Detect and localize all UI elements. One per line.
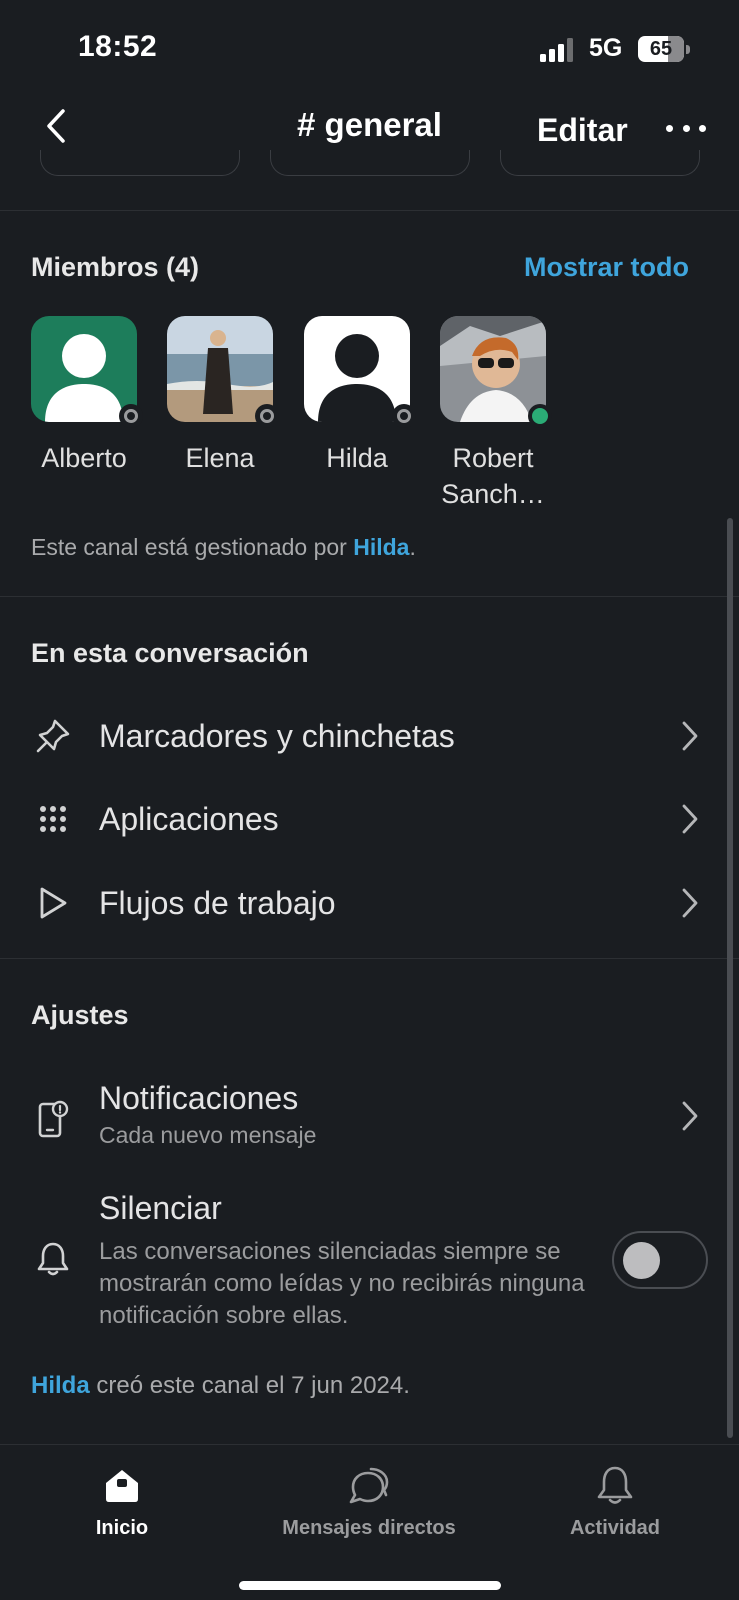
scrolled-action-buttons [0,150,739,178]
tab-activity-label: Actividad [569,1517,661,1539]
selfie-photo-avatar [440,316,546,422]
manager-note-prefix: Este canal está gestionado por [31,534,347,560]
edit-button[interactable]: Editar [537,112,628,149]
scrollbar[interactable] [727,518,733,1438]
notifications-value: Cada nuevo mensaje [99,1122,317,1148]
chevron-right-icon [682,888,698,918]
conversation-section-title: En esta conversación [31,638,309,668]
chevron-right-icon [682,1101,698,1131]
divider [0,210,739,211]
member-robert[interactable]: Robert Sanch… [440,316,552,509]
presence-away-indicator [397,409,411,423]
bottom-tab-bar: Inicio Mensajes directos Actividad [0,1444,739,1600]
workflows-row[interactable]: Flujos de trabajo [0,863,739,943]
apps-row[interactable]: Aplicaciones [0,779,739,859]
default-user-icon [31,316,137,422]
bookmarks-row[interactable]: Marcadores y chinchetas [0,696,739,776]
divider [0,596,739,597]
member-name: Robert Sanch… [441,443,545,509]
avatar [440,316,552,428]
creator-link[interactable]: Hilda [31,1372,90,1399]
members-title: Miembros (4) [31,252,200,282]
member-name: Hilda [326,443,388,473]
home-icon [100,1463,144,1507]
presence-away-indicator [260,409,274,423]
cellular-signal-icon [540,38,573,62]
presence-active-indicator [532,408,548,424]
action-pill[interactable] [270,150,470,176]
more-dot-icon [682,124,690,132]
notifications-row[interactable]: Notificaciones Cada nuevo mensaje [0,1070,739,1170]
bell-icon [34,1240,72,1278]
tab-direct-messages-label: Mensajes directos [282,1517,456,1539]
avatar [167,316,279,428]
home-indicator[interactable] [239,1581,501,1590]
action-pill[interactable] [40,150,240,176]
created-text: creó este canal el 7 jun 2024. [96,1372,410,1399]
more-dot-icon [699,124,706,132]
beach-photo-avatar [167,316,273,422]
apps-grid-icon [34,800,72,838]
direct-messages-icon [347,1463,391,1507]
presence-away-indicator [124,409,138,423]
toggle-knob [623,1242,660,1279]
notifications-label: Notificaciones [99,1080,299,1116]
bookmarks-label: Marcadores y chinchetas [99,718,455,754]
channel-title: # general [297,106,442,143]
more-dot-icon [666,124,673,132]
chevron-right-icon [682,804,698,834]
channel-manager-note: Este canal está gestionado por Hilda. [31,534,416,561]
member-name: Elena [185,443,255,473]
show-all-members-link[interactable]: Mostrar todo [524,252,689,283]
avatar [304,316,416,428]
manager-link[interactable]: Hilda [353,534,409,560]
mute-description: Las conversaciones silenciadas siempre s… [99,1238,585,1329]
battery-percent: 65 [649,38,673,60]
workflows-label: Flujos de trabajo [99,885,336,921]
action-pill[interactable] [500,150,700,176]
apps-label: Aplicaciones [99,801,279,837]
tab-activity[interactable]: Actividad [555,1445,675,1555]
tab-direct-messages[interactable]: Mensajes directos [269,1445,469,1555]
member-elena[interactable]: Elena [167,316,279,473]
battery-icon: 65 [638,36,690,62]
manager-note-suffix: . [409,534,416,560]
bell-icon [593,1463,637,1507]
mute-label: Silenciar [99,1190,222,1226]
channel-created-note: Hilda creó este canal el 7 jun 2024. [31,1372,410,1400]
play-icon [34,884,72,922]
more-options-button[interactable] [666,116,706,140]
tab-home[interactable]: Inicio [62,1445,182,1555]
member-hilda[interactable]: Hilda [304,316,416,473]
divider [0,958,739,959]
network-type: 5G [589,34,623,62]
settings-section-title: Ajustes [31,1000,129,1030]
default-user-icon [304,316,410,422]
member-name: Alberto [41,443,127,473]
phone-notification-icon [34,1100,72,1138]
status-bar: 18:52 5G 65 [0,0,739,96]
status-time: 18:52 [78,30,158,63]
chevron-right-icon [682,721,698,751]
member-alberto[interactable]: Alberto [31,316,143,473]
mute-toggle[interactable] [612,1231,708,1289]
tab-home-label: Inicio [95,1517,149,1539]
avatar [31,316,143,428]
pin-icon [34,717,72,755]
